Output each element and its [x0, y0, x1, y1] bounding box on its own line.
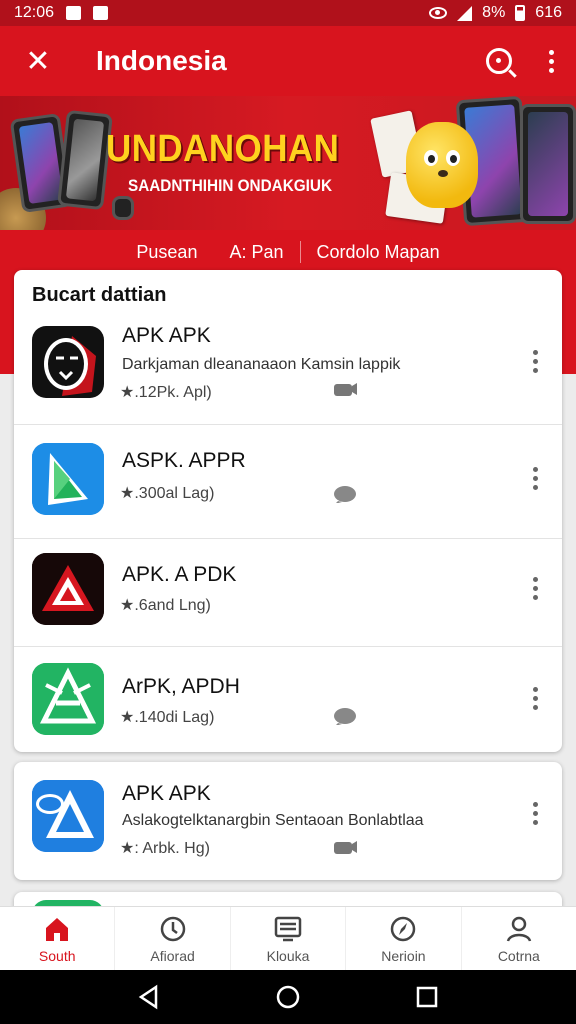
app-meta: ★.12Pk. Apl) — [120, 384, 212, 401]
promo-banner[interactable]: UNDANOHAN SAADNTHIHIN ONDAKGIUK — [0, 96, 576, 230]
app-list-card: Bucart dattian APK APK Darkjaman dleanan… — [14, 270, 562, 752]
clock-icon — [160, 916, 185, 941]
list-item[interactable]: APK APK Aslakogtelktanargbin Sentaoan Bo… — [14, 762, 562, 880]
row-menu-icon[interactable] — [530, 687, 540, 710]
phone-illustration — [57, 109, 113, 211]
app-list-card: APK APK Aslakogtelktanargbin Sentaoan Bo… — [14, 762, 562, 880]
nav-label: Klouka — [266, 947, 310, 964]
app-bar: ✕ Indonesia — [0, 26, 576, 96]
nav-cotrna[interactable]: Cotrna — [462, 907, 576, 970]
home-circle-icon[interactable] — [275, 984, 301, 1010]
app-name: ArPK, APDH — [122, 675, 240, 698]
signal-icon — [457, 5, 473, 21]
status-bar: 12:06 8% 616 — [0, 0, 576, 26]
row-menu-icon[interactable] — [530, 802, 540, 825]
bottom-navigation: South Afiorad Klouka Nerioin Cotrna — [0, 906, 576, 970]
nav-label: Cotrna — [497, 947, 540, 964]
red-a-icon — [32, 553, 104, 625]
nav-label: South — [38, 947, 76, 964]
recents-icon[interactable] — [414, 984, 440, 1010]
app-name: ASPK. APPR — [122, 449, 246, 472]
app-meta: ★.6and Lng) — [120, 597, 211, 614]
nav-label: Nerioin — [381, 947, 426, 964]
mascot-illustration — [398, 114, 484, 218]
nav-afiorad[interactable]: Afiorad — [115, 907, 231, 970]
list-icon — [274, 916, 302, 941]
phone-illustration — [112, 196, 134, 220]
app-meta: ★: Arbk. Hg) — [120, 840, 210, 857]
row-menu-icon[interactable] — [530, 350, 540, 373]
banner-subline: SAADNTHIHIN ONDAKGIUK — [128, 176, 333, 195]
tab-pusean[interactable]: Pusean — [120, 242, 213, 263]
nav-nerioin[interactable]: Nerioin — [346, 907, 462, 970]
download-icon[interactable] — [332, 707, 358, 726]
more-options-icon[interactable] — [546, 49, 556, 73]
nav-klouka[interactable]: Klouka — [231, 907, 347, 970]
section-title: Bucart dattian — [32, 284, 167, 306]
download-icon[interactable] — [332, 485, 358, 504]
blue-a-icon — [32, 780, 104, 852]
search-icon[interactable] — [486, 48, 512, 74]
nav-south[interactable]: South — [0, 907, 116, 970]
app-description: Aslakogtelktanargbin Sentaoan Bonlabtlaa — [122, 812, 424, 829]
tab-cordolo-mapan[interactable]: Cordolo Mapan — [301, 242, 456, 263]
battery-percent: 8% — [482, 4, 506, 21]
nav-label: Afiorad — [150, 947, 195, 964]
app-meta: ★.300al Lag) — [120, 485, 215, 502]
app-name: APK APK — [122, 324, 211, 347]
notification-icon — [66, 6, 82, 20]
system-navigation-bar — [0, 970, 576, 1024]
list-item[interactable]: APK APK Darkjaman dleananaaon Kamsin lap… — [14, 314, 562, 424]
download-icon[interactable] — [332, 838, 358, 856]
triangle-play-icon — [32, 443, 104, 515]
app-name: APK APK — [122, 782, 211, 805]
list-item[interactable]: ASPK. APPR ★.300al Lag) — [14, 424, 562, 538]
status-right-time: 616 — [535, 4, 562, 21]
list-item[interactable]: ArPK, APDH ★.140di Lag) — [14, 646, 562, 752]
category-tabs: Pusean A: Pan Cordolo Mapan — [0, 230, 576, 274]
app-description: Darkjaman dleananaaon Kamsin lappik — [122, 356, 401, 373]
status-time: 12:06 — [14, 4, 55, 21]
profile-icon — [506, 916, 532, 942]
app-name: APK. A PDK — [122, 563, 237, 586]
row-menu-icon[interactable] — [530, 467, 540, 490]
row-menu-icon[interactable] — [530, 577, 540, 600]
compass-icon — [391, 916, 416, 941]
phone-illustration — [520, 104, 576, 224]
green-a-icon — [32, 663, 104, 735]
tab-a-pan[interactable]: A: Pan — [213, 242, 299, 263]
message-icon — [93, 6, 109, 20]
home-icon — [46, 917, 69, 941]
eye-comfort-icon — [429, 7, 448, 19]
banner-headline: UNDANOHAN — [106, 128, 340, 170]
download-icon[interactable] — [332, 380, 358, 398]
close-icon[interactable]: ✕ — [20, 44, 56, 79]
battery-icon — [515, 5, 526, 21]
app-meta: ★.140di Lag) — [120, 709, 215, 726]
back-icon[interactable] — [136, 984, 162, 1010]
mask-icon — [32, 326, 104, 398]
list-item[interactable]: APK. A PDK ★.6and Lng) — [14, 538, 562, 646]
page-title: Indonesia — [96, 45, 227, 76]
